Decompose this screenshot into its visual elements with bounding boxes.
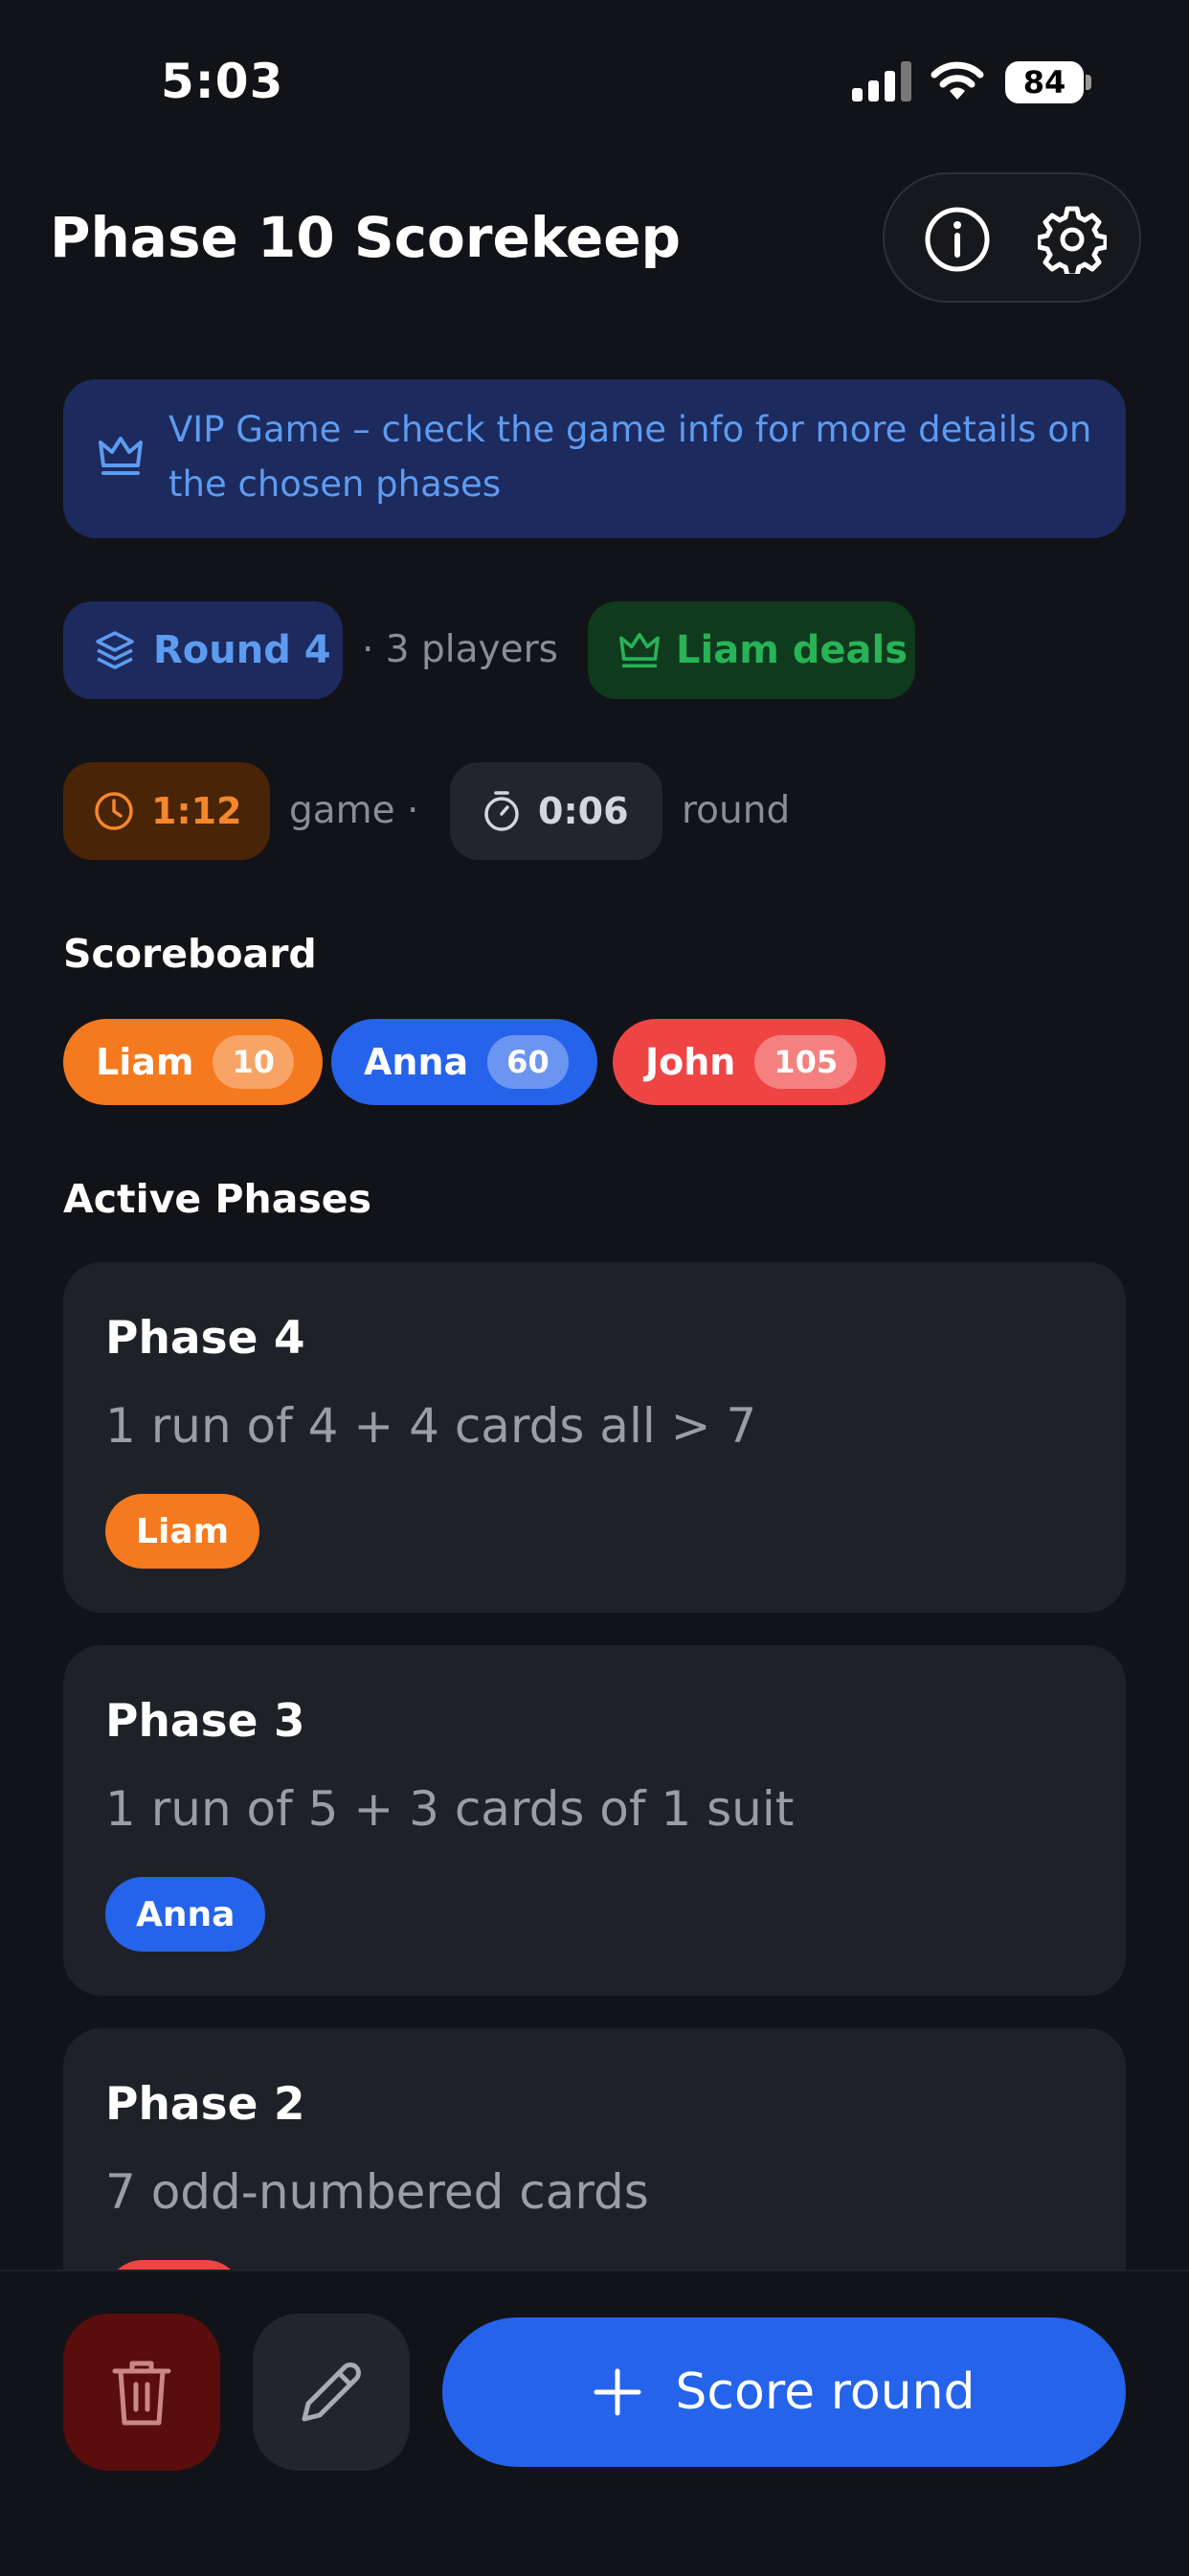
- battery-cap: [1086, 75, 1091, 90]
- delete-button[interactable]: [63, 2314, 220, 2471]
- player-score: 105: [754, 1035, 858, 1089]
- phase-description: 1 run of 5 + 3 cards of 1 suit: [105, 1781, 795, 1837]
- dealer-badge: Liam deals: [588, 601, 915, 699]
- scoreboard-heading: Scoreboard: [63, 931, 317, 977]
- battery-icon: 84: [1005, 61, 1084, 103]
- dealer-label: Liam deals: [676, 628, 909, 672]
- wifi-icon: [931, 61, 984, 100]
- cellular-signal-icon: [852, 61, 911, 102]
- phase-description: 1 run of 4 + 4 cards all > 7: [105, 1398, 757, 1454]
- stopwatch-icon: [484, 791, 519, 831]
- battery-level: 84: [1022, 64, 1066, 101]
- pencil-icon: [302, 2362, 361, 2422]
- scoreboard-player-john[interactable]: John 105: [613, 1019, 886, 1105]
- trash-icon: [112, 2361, 171, 2426]
- phase-player-tag: Liam: [105, 1494, 260, 1569]
- player-name: John: [645, 1041, 736, 1083]
- crown-icon: [619, 632, 660, 668]
- scoreboard-player-anna[interactable]: Anna 60: [331, 1019, 597, 1105]
- gear-icon[interactable]: [1038, 205, 1107, 274]
- game-timer-label: game ·: [289, 789, 419, 832]
- game-timer: 1:12: [63, 762, 270, 860]
- status-time: 5:03: [161, 54, 284, 109]
- round-label: Round 4: [153, 628, 331, 672]
- crown-icon: [99, 437, 143, 475]
- scoreboard-player-liam[interactable]: Liam 10: [63, 1019, 324, 1105]
- phase-player-tag: Anna: [105, 1877, 266, 1952]
- round-timer: 0:06: [450, 762, 662, 860]
- player-name: Anna: [364, 1041, 469, 1083]
- layers-icon: [96, 631, 134, 669]
- score-round-button[interactable]: Score round: [442, 2317, 1126, 2467]
- phase-title: Phase 4: [105, 1312, 305, 1365]
- edit-button[interactable]: [253, 2314, 410, 2471]
- score-round-label: Score round: [675, 2363, 976, 2421]
- round-badge: Round 4: [63, 601, 343, 699]
- active-phases-heading: Active Phases: [63, 1176, 372, 1222]
- page-title: Phase 10 Scorekeep: [50, 205, 682, 270]
- phase-card[interactable]: Phase 4 1 run of 4 + 4 cards all > 7 Lia…: [63, 1262, 1126, 1613]
- header-actions: [883, 172, 1141, 303]
- round-time: 0:06: [538, 790, 629, 832]
- info-icon[interactable]: [923, 205, 992, 274]
- phase-title: Phase 2: [105, 2078, 305, 2131]
- clock-icon: [95, 792, 133, 830]
- vip-banner-text: VIP Game – check the game info for more …: [168, 409, 1092, 505]
- phase-description: 7 odd-numbered cards: [105, 2164, 649, 2220]
- player-count: · 3 players: [362, 628, 558, 671]
- player-score: 60: [487, 1035, 569, 1089]
- phase-card[interactable]: Phase 3 1 run of 5 + 3 cards of 1 suit A…: [63, 1645, 1126, 1996]
- vip-banner[interactable]: VIP Game – check the game info for more …: [63, 379, 1126, 538]
- round-timer-label: round: [682, 789, 791, 832]
- player-name: Liam: [96, 1041, 194, 1083]
- plus-icon: [594, 2368, 641, 2416]
- game-time: 1:12: [151, 790, 242, 832]
- phase-title: Phase 3: [105, 1695, 305, 1748]
- player-score: 10: [213, 1035, 295, 1089]
